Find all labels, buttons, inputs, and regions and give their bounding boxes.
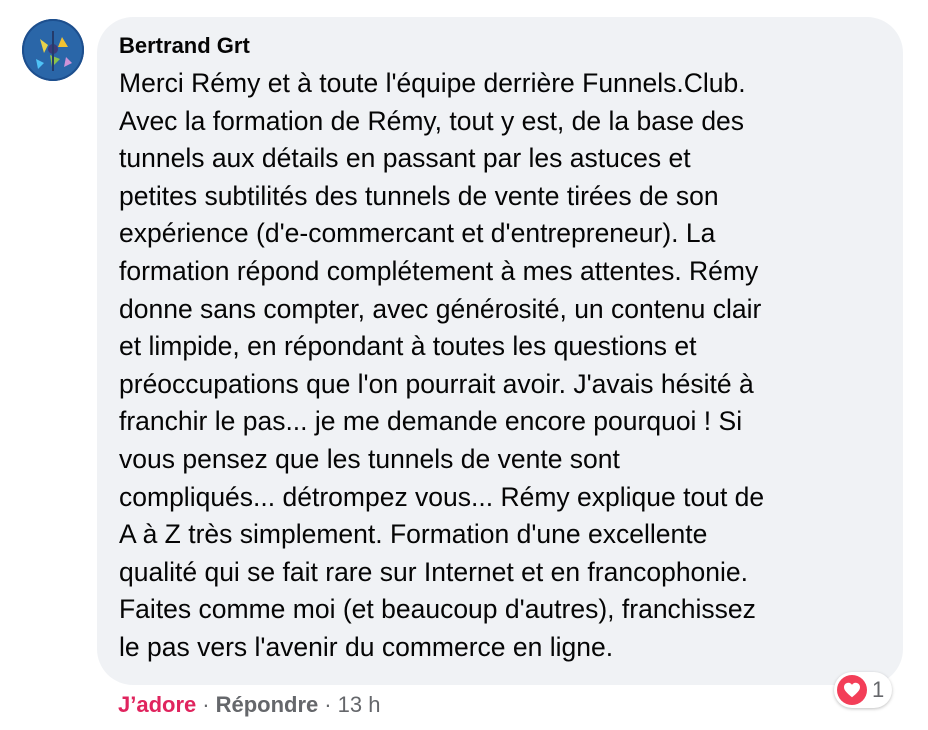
comment-bubble: Bertrand Grt Merci Rémy et à toute l'équ… xyxy=(97,17,903,685)
reaction-count: 1 xyxy=(872,677,885,702)
heart-icon xyxy=(837,675,867,705)
comment-text-line: donne sans compter, avec générosité, un … xyxy=(119,293,762,324)
comment-text-line: expérience (d'e-commercant et d'entrepre… xyxy=(119,218,716,249)
reply-button[interactable]: Répondre xyxy=(216,692,319,717)
comment-text-line: Avec la formation de Rémy, tout y est, d… xyxy=(119,105,745,136)
comment-text-line: Merci Rémy et à toute l'équipe derrière … xyxy=(119,68,746,98)
separator-dot: · xyxy=(202,692,210,717)
comment: Bertrand Grt Merci Rémy et à toute l'équ… xyxy=(0,0,928,730)
like-button[interactable]: J’adore xyxy=(118,692,196,717)
comment-actions: J’adore · Répondre · 13 h xyxy=(118,690,380,720)
timestamp[interactable]: 13 h xyxy=(338,692,381,717)
comment-text-line: et limpide, en répondant à toutes les qu… xyxy=(119,331,697,362)
comment-text-line: Faites comme moi (et beaucoup d'autres),… xyxy=(119,594,756,625)
comment-text-line: petites subtilités des tunnels de vente … xyxy=(119,180,719,211)
comment-text-line: compliqués... détrompez vous... Rémy exp… xyxy=(119,481,765,512)
comment-text-line: le pas vers l'avenir du commerce en lign… xyxy=(119,631,614,662)
comment-text-line: préoccupations que l'on pourrait avoir. … xyxy=(119,368,754,399)
comment-text-line: formation répond complétement à mes atte… xyxy=(119,255,759,286)
comment-text-line: tunnels aux détails en passant par les a… xyxy=(119,143,691,174)
avatar-image xyxy=(22,19,84,81)
reactions-summary[interactable]: 1 xyxy=(834,672,893,708)
comment-text: Merci Rémy et à toute l'équipe derrière … xyxy=(119,65,889,667)
avatar[interactable] xyxy=(22,19,84,81)
comment-text-line: franchir le pas... je me demande encore … xyxy=(119,406,743,437)
comment-text-line: vous pensez que les tunnels de vente son… xyxy=(119,443,620,474)
comment-text-line: A à Z très simplement. Formation d'une e… xyxy=(119,519,708,550)
comment-author[interactable]: Bertrand Grt xyxy=(119,33,883,59)
comment-text-line: qualité qui se fait rare sur Internet et… xyxy=(119,556,749,587)
separator-dot: · xyxy=(324,692,332,717)
